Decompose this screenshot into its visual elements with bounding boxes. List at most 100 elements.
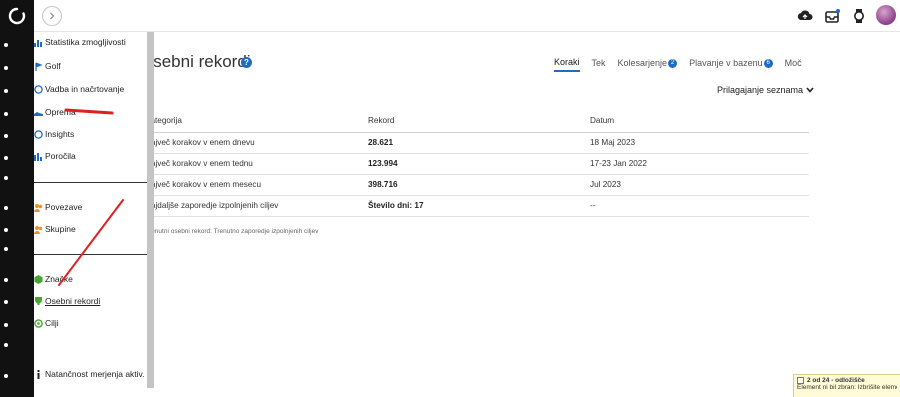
table-row[interactable]: Največ korakov v enem mesecu 398.716 Jul…: [140, 174, 809, 196]
date-cell: Jul 2023: [590, 174, 809, 196]
tab-label: Koraki: [554, 57, 580, 67]
menu-label: Cilji: [45, 318, 59, 328]
column-header[interactable]: Kategorija: [140, 110, 368, 133]
tab-strength[interactable]: Moč: [785, 54, 802, 72]
menu-item-gear[interactable]: Oprema: [34, 103, 76, 121]
rail-dot[interactable]: [4, 66, 8, 70]
top-bar: [34, 0, 900, 32]
clipboard-toast[interactable]: 2 od 24 - odložišče Element ni bil zbran…: [793, 374, 900, 397]
left-rail: [0, 0, 34, 397]
menu-item-accuracy[interactable]: Natančnost merjenja aktiv.: [34, 365, 145, 383]
group-icon: [34, 225, 43, 234]
customize-label: Prilagajanje seznama: [717, 85, 804, 95]
record-cell: 398.716: [368, 174, 590, 196]
table-row[interactable]: Najdaljše zaporedje izpolnjenih ciljev Š…: [140, 195, 809, 217]
date-cell: 18 Maj 2023: [590, 132, 809, 154]
rail-dot[interactable]: [4, 374, 8, 378]
table-row[interactable]: Največ korakov v enem tednu 123.994 17-2…: [140, 153, 809, 175]
toast-title-row: 2 od 24 - odložišče: [797, 377, 897, 384]
record-tabs: Koraki Tek Kolesarjenje 2 Plavanje v baze…: [554, 54, 814, 74]
customize-list-button[interactable]: Prilagajanje seznama: [717, 85, 814, 95]
top-icons: [780, 0, 900, 32]
menu-item-insights[interactable]: Insights: [34, 125, 74, 143]
target-icon: [34, 318, 43, 328]
watch-icon[interactable]: [850, 7, 868, 25]
rail-dot[interactable]: [4, 89, 8, 93]
menu-label: Povezave: [45, 202, 83, 212]
menu-label: Oprema: [45, 107, 76, 117]
rail-dot[interactable]: [4, 323, 8, 327]
side-menu: Statistika zmogljivosti Golf Vadba in na…: [34, 32, 152, 397]
column-header[interactable]: Datum: [590, 110, 809, 133]
rail-dot[interactable]: [4, 278, 8, 282]
chevron-right-icon: [50, 12, 55, 20]
expand-menu-button[interactable]: [42, 6, 62, 26]
tab-steps[interactable]: Koraki: [554, 54, 580, 72]
app-logo-icon[interactable]: [8, 7, 26, 25]
rail-dot[interactable]: [4, 134, 8, 138]
rail-dot[interactable]: [4, 206, 8, 210]
rail-dot[interactable]: [4, 247, 8, 251]
avatar[interactable]: [876, 5, 896, 25]
menu-label: Vadba in načrtovanje: [45, 84, 125, 94]
menu-label: Insights: [45, 129, 75, 139]
tab-count-badge: 2: [668, 58, 678, 68]
category-cell: Največ korakov v enem tednu: [140, 153, 368, 175]
inbox-icon[interactable]: [823, 7, 841, 25]
tab-running[interactable]: Tek: [592, 54, 606, 72]
page-title: Osebni rekordi: [140, 52, 251, 71]
cloud-upload-icon[interactable]: [796, 7, 814, 25]
menu-item-goals[interactable]: Cilji: [34, 314, 59, 332]
footnote: 1 Trenutni osebni rekord: Trenutno zapor…: [140, 228, 319, 235]
rail-dot[interactable]: [4, 228, 8, 232]
menu-divider: [34, 182, 152, 183]
menu-label: Golf: [45, 61, 61, 71]
toast-title: 2 od 24 - odložišče: [807, 377, 865, 384]
app-root: Osebni rekordi ? Koraki Tek Kolesarjenje…: [0, 0, 900, 397]
rail-dot[interactable]: [4, 176, 8, 180]
date-cell: --: [590, 195, 809, 217]
rail-dot[interactable]: [4, 43, 8, 47]
golf-flag-icon: [35, 61, 43, 71]
category-cell: Največ korakov v enem mesecu: [140, 174, 368, 196]
menu-label: Značke: [45, 274, 73, 284]
report-chart-icon: [34, 152, 42, 161]
menu-item-statistics[interactable]: Statistika zmogljivosti: [34, 33, 126, 51]
tab-label: Moč: [784, 58, 802, 68]
column-header[interactable]: Rekord: [368, 110, 590, 133]
help-icon[interactable]: ?: [241, 57, 252, 68]
insights-icon: [34, 129, 43, 139]
info-icon: [37, 369, 40, 379]
tab-cycling[interactable]: Kolesarjenje 2: [618, 54, 678, 72]
menu-item-personal-records[interactable]: Osebni rekordi: [34, 292, 100, 310]
menu-label: Poročila: [45, 151, 76, 161]
tab-label: Kolesarjenje: [617, 58, 668, 68]
menu-item-groups[interactable]: Skupine: [34, 220, 76, 238]
tab-pool-swimming[interactable]: Plavanje v bazenu 6: [689, 54, 773, 72]
table-row[interactable]: Največ korakov v enem dnevu 28.621 18 Ma…: [140, 132, 809, 154]
menu-item-connections[interactable]: Povezave: [34, 198, 82, 216]
rail-dot[interactable]: [4, 112, 8, 116]
menu-item-reports[interactable]: Poročila: [34, 147, 76, 165]
rail-dot[interactable]: [4, 156, 8, 160]
menu-label: Osebni rekordi: [45, 296, 101, 306]
menu-item-badges[interactable]: Značke: [34, 270, 73, 288]
record-cell: 28.621: [368, 132, 590, 154]
menu-label: Skupine: [45, 224, 76, 234]
bar-chart-icon: [34, 39, 42, 47]
clipboard-icon: [797, 377, 804, 384]
record-cell: 123.994: [368, 153, 590, 175]
menu-scrollbar[interactable]: [147, 32, 154, 388]
training-icon: [34, 84, 43, 94]
menu-label: Natančnost merjenja aktiv.: [45, 369, 145, 379]
date-cell: 17-23 Jan 2022: [590, 153, 809, 175]
trophy-icon: [35, 296, 42, 305]
rail-dot[interactable]: [4, 300, 8, 304]
rail-dot[interactable]: [4, 343, 8, 347]
menu-item-training[interactable]: Vadba in načrtovanje: [34, 80, 124, 98]
tab-label: Tek: [591, 58, 606, 68]
tab-label: Plavanje v bazenu: [689, 58, 763, 68]
menu-label: Statistika zmogljivosti: [45, 37, 126, 47]
category-cell: Največ korakov v enem dnevu: [140, 132, 368, 154]
menu-item-golf[interactable]: Golf: [34, 57, 61, 75]
